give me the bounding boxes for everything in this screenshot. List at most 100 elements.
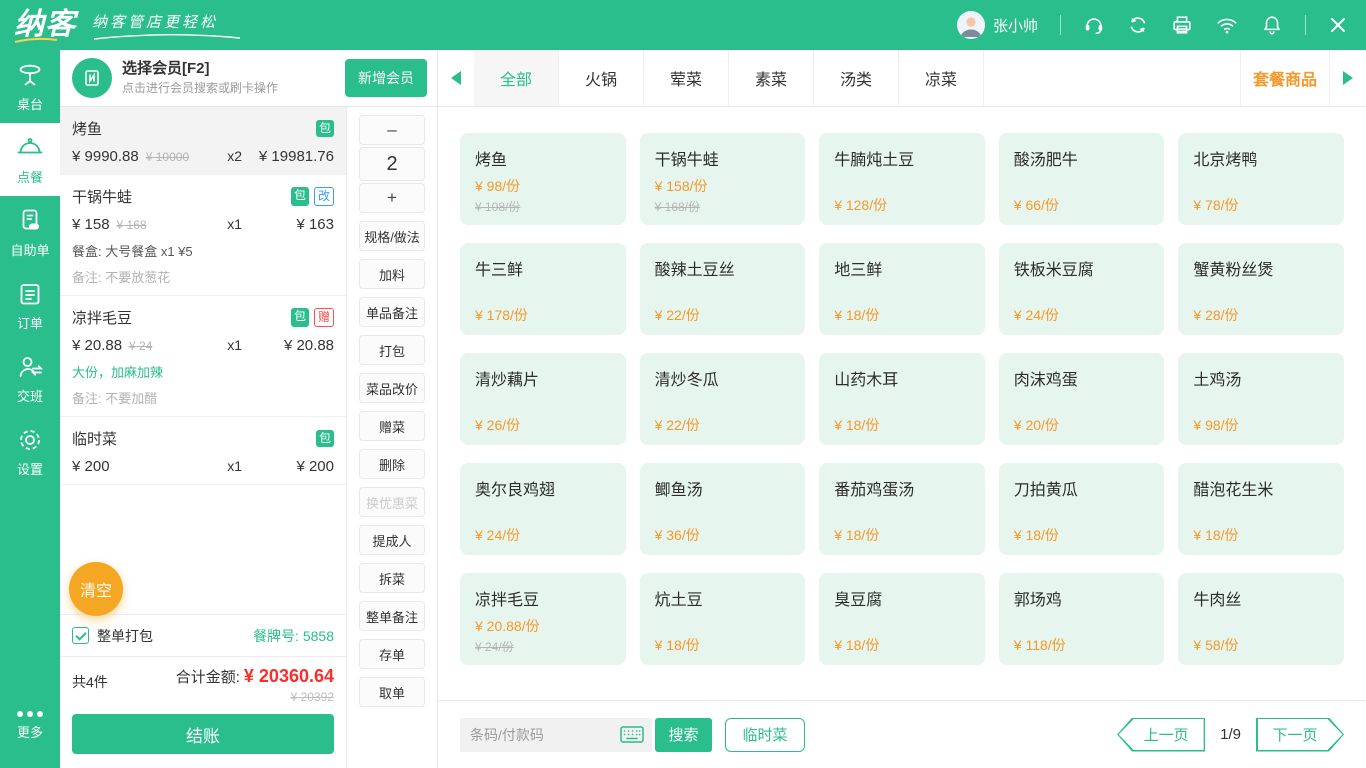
close-window-icon[interactable]: [1328, 15, 1348, 35]
sidebar-item-orders[interactable]: 订单: [0, 269, 60, 342]
menu-item-card[interactable]: 牛三鲜 ¥ 178/份: [460, 243, 626, 335]
menu-item-card[interactable]: 烤鱼 ¥ 98/份 ¥ 108/份: [460, 133, 626, 225]
menu-item-card[interactable]: 醋泡花生米 ¥ 18/份: [1178, 463, 1344, 555]
category-scroll-right[interactable]: [1330, 50, 1366, 106]
order-item[interactable]: 临时菜 包 ¥ 200 x1: [60, 417, 346, 485]
clear-order-button[interactable]: 清空: [69, 562, 123, 616]
menu-item-card[interactable]: 干锅牛蛙 ¥ 158/份 ¥ 168/份: [640, 133, 806, 225]
menu-item-card[interactable]: 牛腩炖土豆 ¥ 128/份: [819, 133, 985, 225]
category-tab[interactable]: 素菜: [729, 50, 814, 106]
menu-item-price: ¥ 78/份: [1193, 195, 1329, 215]
menu-item-card[interactable]: 鲫鱼汤 ¥ 36/份: [640, 463, 806, 555]
customer-service-icon[interactable]: [1083, 14, 1105, 36]
barcode-input[interactable]: [470, 727, 620, 743]
action-button[interactable]: 打包: [359, 335, 425, 365]
menu-item-card[interactable]: 凉拌毛豆 ¥ 20.88/份 ¥ 24/份: [460, 573, 626, 665]
order-item[interactable]: 干锅牛蛙 包 改 ¥ 158: [60, 175, 346, 296]
dish-line-total: ¥ 200: [242, 458, 334, 475]
dish-badge: 包: [291, 187, 309, 206]
prev-page-button[interactable]: 上一页: [1117, 718, 1205, 752]
action-button[interactable]: 提成人: [359, 525, 425, 555]
user-account[interactable]: 张小帅: [957, 11, 1038, 39]
sidebar-item-shift[interactable]: 交班: [0, 342, 60, 415]
action-button[interactable]: 规格/做法: [359, 221, 425, 251]
action-button[interactable]: 存单: [359, 639, 425, 669]
menu-item-card[interactable]: 山药木耳 ¥ 18/份: [819, 353, 985, 445]
dish-spec-note: 大份，加麻加辣: [72, 362, 334, 381]
dish-price: ¥ 200: [72, 458, 110, 475]
menu-item-name: 蟹黄粉丝煲: [1193, 256, 1329, 280]
action-button[interactable]: 删除: [359, 449, 425, 479]
action-button[interactable]: 整单备注: [359, 601, 425, 631]
bell-icon[interactable]: [1261, 14, 1283, 36]
menu-item-price: ¥ 20.88/份: [475, 616, 611, 636]
action-button[interactable]: 单品备注: [359, 297, 425, 327]
menu-item-card[interactable]: 郭场鸡 ¥ 118/份: [999, 573, 1165, 665]
sync-icon[interactable]: [1127, 14, 1149, 36]
menu-item-card[interactable]: 奥尔良鸡翅 ¥ 24/份: [460, 463, 626, 555]
action-button[interactable]: –: [359, 115, 425, 145]
menu-item-price: ¥ 20/份: [1014, 415, 1150, 435]
dish-line-total: ¥ 20.88: [242, 337, 334, 354]
menu-item-card[interactable]: 酸汤肥牛 ¥ 66/份: [999, 133, 1165, 225]
avatar: [957, 11, 985, 39]
menu-item-name: 臭豆腐: [834, 586, 970, 610]
sidebar-item-settings[interactable]: 设置: [0, 415, 60, 488]
order-item[interactable]: 凉拌毛豆 包 赠 ¥ 20.88: [60, 296, 346, 417]
sidebar-label: 自助单: [10, 240, 49, 259]
category-tab-combo[interactable]: 套餐商品: [1240, 50, 1330, 106]
sidebar-item-ordering[interactable]: 点餐: [0, 123, 60, 196]
action-button[interactable]: 加料: [359, 259, 425, 289]
action-button[interactable]: +: [359, 183, 425, 213]
sidebar-item-more[interactable]: 更多: [0, 689, 60, 762]
pack-all-checkbox[interactable]: [72, 627, 89, 644]
action-button[interactable]: 取单: [359, 677, 425, 707]
dish-badge: 包: [316, 120, 334, 137]
menu-item-card[interactable]: 番茄鸡蛋汤 ¥ 18/份: [819, 463, 985, 555]
menu-item-card[interactable]: 蟹黄粉丝煲 ¥ 28/份: [1178, 243, 1344, 335]
category-scroll-left[interactable]: [438, 50, 474, 106]
sidebar-label: 交班: [17, 386, 43, 405]
sidebar-item-self-service[interactable]: 自助单: [0, 196, 60, 269]
shift-person-icon: [16, 353, 44, 381]
menu-item-card[interactable]: 地三鲜 ¥ 18/份: [819, 243, 985, 335]
menu-item-name: 酸辣土豆丝: [655, 256, 791, 280]
action-button[interactable]: 菜品改价: [359, 373, 425, 403]
action-button[interactable]: 2: [359, 147, 425, 181]
action-button[interactable]: 拆菜: [359, 563, 425, 593]
menu-item-card[interactable]: 清炒冬瓜 ¥ 22/份: [640, 353, 806, 445]
menu-item-card[interactable]: 臭豆腐 ¥ 18/份: [819, 573, 985, 665]
menu-item-card[interactable]: 土鸡汤 ¥ 98/份: [1178, 353, 1344, 445]
search-button[interactable]: 搜索: [655, 718, 712, 752]
category-tab[interactable]: 汤类: [814, 50, 899, 106]
menu-item-card[interactable]: 清炒藕片 ¥ 26/份: [460, 353, 626, 445]
category-tab[interactable]: 火锅: [559, 50, 644, 106]
menu-panel: 全部 火锅 荤菜 素菜 汤类 凉菜 套餐商品 烤鱼 ¥ 98/份: [438, 50, 1366, 768]
keyboard-icon[interactable]: [620, 726, 644, 743]
printer-icon[interactable]: [1171, 14, 1193, 36]
category-tab[interactable]: 凉菜: [899, 50, 984, 106]
menu-item-card[interactable]: 牛肉丝 ¥ 58/份: [1178, 573, 1344, 665]
clipboard-icon: [16, 280, 44, 308]
add-member-button[interactable]: 新增会员: [345, 59, 427, 97]
menu-item-card[interactable]: 刀拍黄瓜 ¥ 18/份: [999, 463, 1165, 555]
sidebar-item-tables[interactable]: 桌台: [0, 50, 60, 123]
menu-item-card[interactable]: 北京烤鸭 ¥ 78/份: [1178, 133, 1344, 225]
wifi-icon[interactable]: [1215, 14, 1239, 36]
category-tab[interactable]: 全部: [474, 50, 559, 106]
menu-item-card[interactable]: 炕土豆 ¥ 18/份: [640, 573, 806, 665]
temp-dish-button[interactable]: 临时菜: [725, 718, 805, 752]
menu-item-name: 郭场鸡: [1014, 586, 1150, 610]
member-bar[interactable]: 选择会员[F2] 点击进行会员搜索或刷卡操作 新增会员: [60, 50, 437, 107]
menu-item-card[interactable]: 铁板米豆腐 ¥ 24/份: [999, 243, 1165, 335]
menu-item-name: 铁板米豆腐: [1014, 256, 1150, 280]
action-button[interactable]: 赠菜: [359, 411, 425, 441]
dish-original-price: ¥ 10000: [146, 150, 189, 164]
menu-item-card[interactable]: 肉沫鸡蛋 ¥ 20/份: [999, 353, 1165, 445]
menu-item-card[interactable]: 酸辣土豆丝 ¥ 22/份: [640, 243, 806, 335]
action-button[interactable]: 换优惠菜: [359, 487, 425, 517]
checkout-button[interactable]: 结账: [72, 714, 334, 754]
category-tab[interactable]: 荤菜: [644, 50, 729, 106]
order-item[interactable]: 烤鱼 包 ¥ 9990.88 ¥ 10000 x2: [60, 107, 346, 175]
next-page-button[interactable]: 下一页: [1256, 718, 1344, 752]
